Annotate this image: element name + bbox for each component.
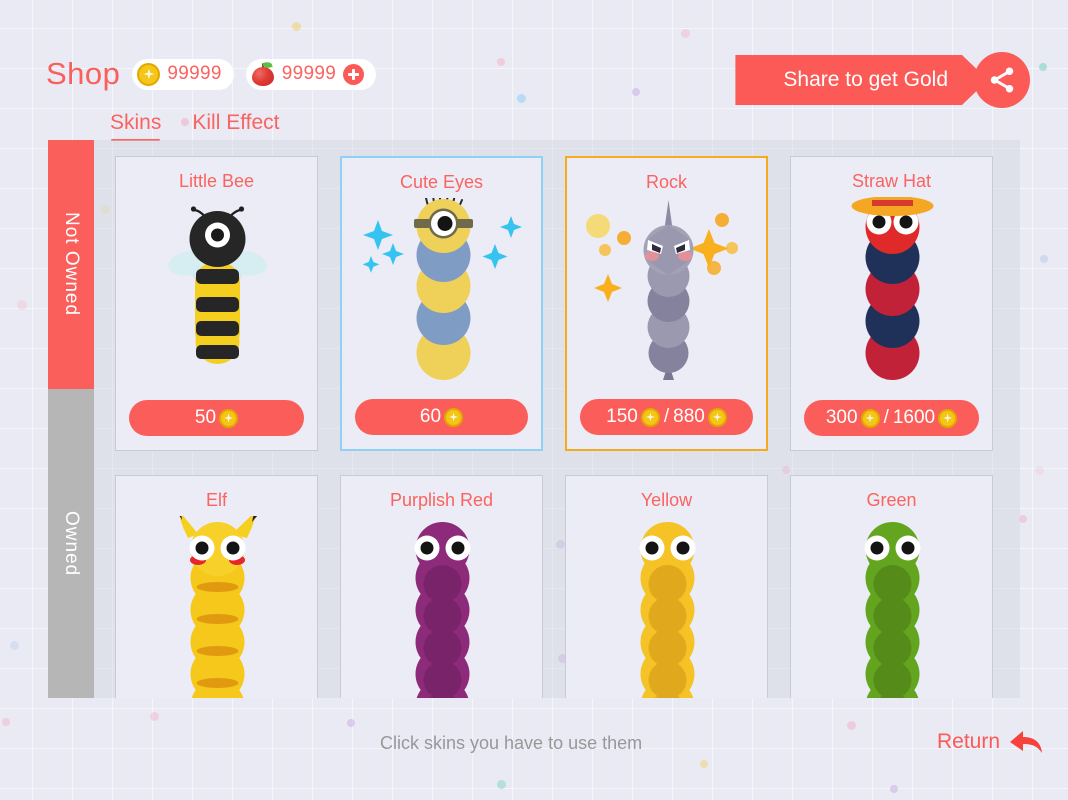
shop-tabs: Skins Kill Effect [110,111,280,141]
skins-panel: Little Bee 50 Cute Eyes 60 Rock 150 / 88… [94,140,1020,698]
apple-icon [251,61,275,86]
skin-name: Green [866,490,917,510]
back-arrow-icon [1010,731,1042,753]
skin-card-little-bee[interactable]: Little Bee 50 [115,156,318,451]
page-title: Shop [46,56,121,91]
ownership-filter-tabs: Not Owned Owned [48,140,94,698]
skin-art-elf [116,507,317,698]
coin-icon [219,408,239,428]
skin-art-cute-eyes [342,192,541,398]
buy-price: 150 [606,406,638,427]
share-banner-label[interactable]: Share to get Gold [735,55,988,105]
sidebar-item-owned[interactable]: Owned [48,389,94,698]
skin-card-purplish-red[interactable]: Purplish Red [340,475,543,698]
skin-art-purplish-red [341,516,542,698]
skin-card-elf[interactable]: Elf [115,475,318,698]
gold-amount: 99999 [167,63,222,84]
buy-button[interactable]: 50 [129,400,304,436]
skin-art-little-bee [116,197,317,397]
skin-art-straw-hat [791,196,992,397]
skin-name: Purplish Red [389,490,494,510]
shop-header: Shop 99999 99999 [46,56,377,92]
skin-card-green[interactable]: Green [790,475,993,698]
buy-button[interactable]: 60 [355,399,528,435]
skins-grid: Little Bee 50 Cute Eyes 60 Rock 150 / 88… [115,156,993,698]
skin-card-cute-eyes[interactable]: Cute Eyes 60 [340,156,543,451]
skin-name: Cute Eyes [399,172,484,192]
share-icon-button[interactable] [974,52,1030,108]
coin-icon [640,407,660,427]
skin-art-green [791,516,992,698]
buy-button[interactable]: 300 / 1600 [804,400,979,436]
skin-name: Rock [645,172,687,192]
buy-price: 60 [419,406,442,427]
apple-amount: 99999 [281,63,337,84]
skin-card-rock[interactable]: Rock 150 / 880 [565,156,768,451]
skin-name: Yellow [640,490,693,510]
share-to-get-gold[interactable]: Share to get Gold [735,52,1030,108]
return-button[interactable]: Return [937,728,1044,756]
tab-kill-effect[interactable]: Kill Effect [192,111,279,141]
coin-icon [938,408,958,428]
skin-card-straw-hat[interactable]: Straw Hat 300 / 1600 [790,156,993,451]
skin-name: Elf [205,490,227,510]
coin-icon [707,407,727,427]
price-separator: / [663,406,670,427]
coin-icon [137,62,161,86]
sidebar-item-not-owned[interactable]: Not Owned [48,140,94,389]
sidebar-item-not-owned-label: Not Owned [61,212,82,317]
buy-price: 50 [194,407,217,428]
price-separator: / [883,407,889,428]
sidebar-item-owned-label: Owned [61,510,82,577]
coin-icon [860,408,880,428]
add-apple-button[interactable] [343,63,365,85]
coin-icon [444,407,464,427]
skin-art-rock [567,198,766,398]
share-icon [990,67,1014,93]
buy-button[interactable]: 150 / 880 [580,399,753,435]
footer-hint: Click skins you have to use them [380,733,643,753]
buy-price: 300 [825,407,858,428]
tab-skins[interactable]: Skins [110,111,161,141]
skin-name: Little Bee [178,171,255,191]
skin-name: Straw Hat [851,171,932,191]
gold-balance[interactable]: 99999 [132,58,234,90]
return-label: Return [936,730,1000,753]
apple-balance[interactable]: 99999 [245,58,377,90]
buy-price-original: 880 [673,406,705,427]
skin-art-yellow [566,516,767,698]
skin-card-yellow[interactable]: Yellow [565,475,768,698]
buy-price-original: 1600 [892,407,936,428]
